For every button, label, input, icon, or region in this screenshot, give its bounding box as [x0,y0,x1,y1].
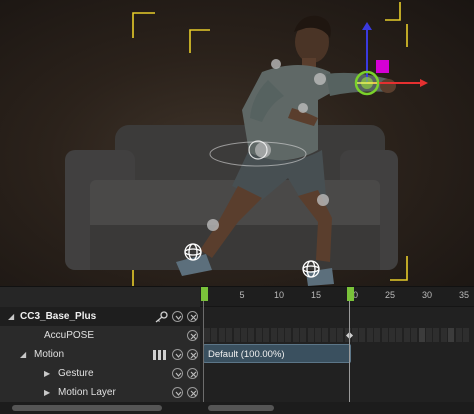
track-label: Gesture [58,368,94,379]
transform-gizmo[interactable] [354,22,428,96]
track-label: AccuPOSE [44,330,95,341]
track-motion[interactable]: ◢ Motion [0,345,200,365]
scroll-thumb-left[interactable] [12,405,162,411]
dropdown-icon[interactable] [172,387,183,398]
track-accupose[interactable]: AccuPOSE [0,326,200,346]
track-lane[interactable] [200,326,474,346]
dropdown-icon[interactable] [172,349,183,360]
dropdown-icon[interactable] [172,368,183,379]
track-lane[interactable] [200,364,474,384]
track-lane[interactable] [200,307,474,327]
frame-ruler[interactable]: 05101520253035 [200,287,474,307]
close-icon[interactable] [187,311,198,322]
track-label: Motion Layer [58,387,116,398]
track-cc3-base-plus[interactable]: ◢ CC3_Base_Plus [0,307,200,327]
scroll-thumb-right[interactable] [208,405,274,411]
couch [65,125,398,270]
ruler-tick-label: 15 [310,290,322,300]
track-motion-layer[interactable]: ▶ Motion Layer [0,383,200,403]
timeline-panel: 05101520253035 ◢CC3_Base_PlusAccuPOSE◢Mo… [0,286,474,414]
ruler-tick-label: 25 [384,290,396,300]
track-lane[interactable] [200,383,474,403]
motion-clip-default[interactable]: Default (100.00%) [203,344,351,363]
dropdown-icon[interactable] [172,311,183,322]
track-label: CC3_Base_Plus [20,311,97,322]
collapse-arrow-icon[interactable]: ◢ [20,350,26,359]
track-label: Motion [34,349,65,360]
expand-arrow-icon[interactable]: ▶ [44,388,50,397]
ruler-tick-label: 10 [273,290,285,300]
3d-viewport[interactable] [0,0,474,286]
scene-canvas[interactable] [0,0,474,286]
playhead-current-marker[interactable] [347,287,354,301]
key-icon[interactable] [155,311,168,323]
motion-clip-label: Default (100.00%) [208,349,285,360]
ruler-tick-label: 30 [421,290,433,300]
close-icon[interactable] [187,368,198,379]
ruler-tick-label: 5 [239,290,245,300]
close-icon[interactable] [187,349,198,360]
start-line [203,301,204,402]
playhead-start-marker[interactable] [201,287,208,301]
close-icon[interactable] [187,387,198,398]
expand-arrow-icon[interactable]: ▶ [44,369,50,378]
playhead-line[interactable] [349,301,350,402]
ruler-tick-label: 35 [458,290,470,300]
track-gesture[interactable]: ▶ Gesture [0,364,200,384]
bars-icon[interactable] [153,350,167,360]
collapse-arrow-icon[interactable]: ◢ [8,312,14,321]
close-icon[interactable] [187,330,198,341]
timeline-horizontal-scrollbar[interactable] [0,402,474,414]
